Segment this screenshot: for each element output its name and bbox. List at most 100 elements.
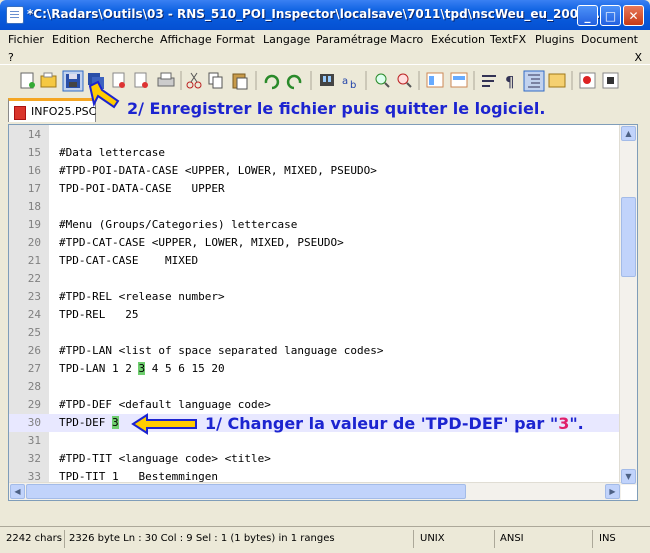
menu-recherche[interactable]: Recherche <box>96 33 154 46</box>
menu-textfx[interactable]: TextFX <box>490 33 526 46</box>
scroll-left-arrow-icon[interactable]: ◀ <box>10 484 25 499</box>
zoom-out-icon[interactable] <box>397 73 412 88</box>
editor-line[interactable]: 14 <box>9 126 621 144</box>
new-file-icon[interactable] <box>20 72 35 89</box>
unsaved-file-icon <box>14 106 26 120</box>
maximize-button[interactable]: □ <box>600 5 621 26</box>
line-text[interactable]: #TPD-DEF <default language code> <box>59 396 271 414</box>
tab-info25[interactable]: INFO25.PSC <box>8 98 96 122</box>
find-icon[interactable] <box>320 74 334 86</box>
close-icon[interactable] <box>112 72 125 88</box>
line-number: 21 <box>27 254 41 267</box>
line-number: 15 <box>27 146 41 159</box>
editor-line[interactable]: 32 #TPD-TIT <language code> <title> <box>9 450 621 468</box>
status-separator <box>64 530 65 548</box>
editor-line[interactable]: 18 <box>9 198 621 216</box>
editor-line[interactable]: 28 <box>9 378 621 396</box>
save-icon[interactable] <box>66 74 80 88</box>
vertical-scrollbar[interactable]: ▲ ▼ <box>619 125 637 485</box>
line-number: 14 <box>27 128 41 141</box>
editor-line[interactable]: 17 TPD-POI-DATA-CASE UPPER <box>9 180 621 198</box>
editor-line[interactable]: 22 <box>9 270 621 288</box>
record-macro-icon[interactable] <box>579 72 596 89</box>
scroll-up-arrow-icon[interactable]: ▲ <box>621 126 636 141</box>
menu-format[interactable]: Format <box>216 33 255 46</box>
line-text[interactable]: #TPD-REL <release number> <box>59 288 225 306</box>
open-file-icon[interactable] <box>40 72 57 88</box>
redo-icon[interactable] <box>286 74 302 90</box>
line-text[interactable]: TPD-REL 25 <box>59 306 138 324</box>
line-text[interactable]: TPD-LAN 1 2 3 4 5 6 15 20 <box>59 360 225 378</box>
horizontal-scrollbar[interactable]: ◀ ▶ <box>9 482 621 500</box>
menu-execution[interactable]: Exécution <box>431 33 485 46</box>
line-number: 23 <box>27 290 41 303</box>
editor-line[interactable]: 27 TPD-LAN 1 2 3 4 5 6 15 20 <box>9 360 621 378</box>
word-wrap-icon[interactable] <box>482 75 496 87</box>
editor-line[interactable]: 29 #TPD-DEF <default language code> <box>9 396 621 414</box>
close-all-icon[interactable] <box>134 72 148 88</box>
editor-line[interactable]: 16 #TPD-POI-DATA-CASE <UPPER, LOWER, MIXE… <box>9 162 621 180</box>
editor-line[interactable]: 15 #Data lettercase <box>9 144 621 162</box>
close-window-button[interactable]: ✕ <box>623 5 644 26</box>
highlighted-value[interactable]: 3 <box>111 416 119 429</box>
cut-icon[interactable] <box>186 72 202 89</box>
title-bar[interactable]: *C:\Radars\Outils\03 - RNS_510_POI_Inspe… <box>0 0 650 30</box>
sync-h-icon[interactable] <box>450 72 468 88</box>
line-text[interactable]: #Data lettercase <box>59 144 165 162</box>
copy-icon[interactable] <box>208 72 223 89</box>
editor-line[interactable]: 19 #Menu (Groups/Categories) lettercase <box>9 216 621 234</box>
print-icon[interactable] <box>157 72 175 87</box>
status-separator <box>413 530 414 548</box>
menu-help[interactable]: ? <box>8 51 14 64</box>
line-number: 20 <box>27 236 41 249</box>
line-number: 24 <box>27 308 41 321</box>
scroll-right-arrow-icon[interactable]: ▶ <box>605 484 620 499</box>
menu-document[interactable]: Document <box>581 33 638 46</box>
line-text[interactable]: TPD-DEF 3 <box>59 414 119 432</box>
editor-line[interactable]: 25 <box>9 324 621 342</box>
line-text[interactable]: TPD-POI-DATA-CASE UPPER <box>59 180 225 198</box>
menu-plugins[interactable]: Plugins <box>535 33 574 46</box>
editor-line[interactable]: 20 #TPD-CAT-CASE <UPPER, LOWER, MIXED, PS… <box>9 234 621 252</box>
editor-line[interactable]: 31 <box>9 432 621 450</box>
line-text[interactable]: #TPD-TIT <language code> <title> <box>59 450 271 468</box>
menu-affichage[interactable]: Affichage <box>160 33 212 46</box>
menu-edition[interactable]: Edition <box>52 33 90 46</box>
svg-text:b: b <box>350 80 356 91</box>
line-text[interactable]: #TPD-POI-DATA-CASE <UPPER, LOWER, MIXED,… <box>59 162 377 180</box>
menu-parametrage[interactable]: Paramétrage <box>316 33 387 46</box>
menu-fichier[interactable]: Fichier <box>8 33 44 46</box>
text-editor[interactable]: 14 15 #Data lettercase 16 #TPD-POI-DATA-CASE… <box>8 124 638 501</box>
menu-macro[interactable]: Macro <box>390 33 423 46</box>
show-all-chars-icon[interactable]: ¶ <box>505 73 515 91</box>
line-text[interactable]: #TPD-CAT-CASE <UPPER, LOWER, MIXED, PSEU… <box>59 234 344 252</box>
scroll-down-arrow-icon[interactable]: ▼ <box>621 469 636 484</box>
editor-line[interactable]: 23 #TPD-REL <release number> <box>9 288 621 306</box>
menu-langage[interactable]: Langage <box>263 33 310 46</box>
line-text[interactable]: #TPD-LAN <list of space separated langua… <box>59 342 384 360</box>
editor-line[interactable]: 21 TPD-CAT-CASE MIXED <box>9 252 621 270</box>
horizontal-scroll-thumb[interactable] <box>26 484 466 499</box>
tab-label: INFO25.PSC <box>31 105 97 118</box>
replace-icon[interactable]: ab <box>342 76 356 91</box>
sync-v-icon[interactable] <box>426 72 444 88</box>
undo-icon[interactable] <box>264 74 280 90</box>
line-text[interactable]: TPD-CAT-CASE MIXED <box>59 252 198 270</box>
line-number: 18 <box>27 200 41 213</box>
save-all-icon[interactable] <box>88 73 104 89</box>
scroll-thumb[interactable] <box>621 197 636 277</box>
paste-icon[interactable] <box>232 73 248 90</box>
stop-record-icon[interactable] <box>602 72 619 89</box>
change-instruction-suffix: ". <box>569 414 584 433</box>
editor-line[interactable]: 26 #TPD-LAN <list of space separated lang… <box>9 342 621 360</box>
zoom-in-icon[interactable] <box>375 73 390 88</box>
user-lang-icon[interactable] <box>548 73 566 88</box>
editor-line[interactable]: 24 TPD-REL 25 <box>9 306 621 324</box>
minimize-button[interactable]: _ <box>577 5 598 26</box>
status-bar: 2242 chars 2326 byte Ln : 30 Col : 9 Sel… <box>0 526 650 553</box>
line-text[interactable]: #Menu (Groups/Categories) lettercase <box>59 216 297 234</box>
line-number: 17 <box>27 182 41 195</box>
close-document-button[interactable]: X <box>634 51 642 64</box>
line-number: 32 <box>27 452 41 465</box>
highlighted-value[interactable]: 3 <box>138 362 146 375</box>
